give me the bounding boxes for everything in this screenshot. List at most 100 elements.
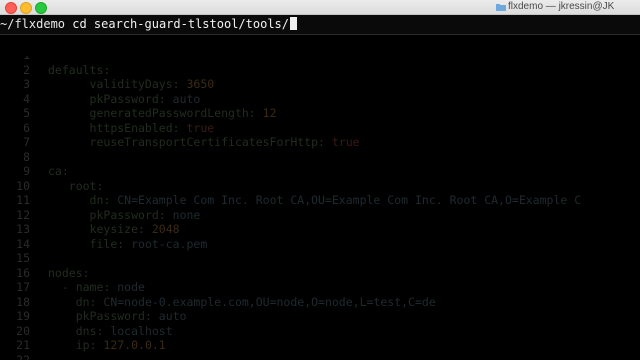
editor-line: 6 httpsEnabled: true	[0, 121, 214, 136]
line-number: 22	[16, 352, 30, 360]
yaml-editor-dimmed: 12defaults:3 validityDays: 36504 pkPassw…	[0, 56, 640, 360]
yaml-key: dn:	[75, 294, 97, 309]
yaml-value: 2048	[144, 222, 180, 236]
line-number: 8	[23, 149, 30, 164]
editor-line: 7 reuseTransportCertificatesForHttp: tru…	[0, 135, 360, 150]
minimize-button[interactable]	[20, 2, 32, 14]
yaml-value: node	[110, 280, 145, 294]
editor-line: 12 pkPassword: none	[0, 208, 200, 223]
yaml-value: CN=Example Com Inc. Root CA,OU=Example C…	[110, 193, 582, 207]
line-number: 11	[16, 193, 30, 207]
yaml-value: 127.0.0.1	[96, 338, 166, 352]
title-bar[interactable]: flxdemo — jkressin@JK	[0, 0, 640, 15]
editor-line: 9 ca:	[0, 164, 69, 179]
line-number: 21	[16, 338, 30, 352]
yaml-value: auto	[165, 91, 201, 106]
close-button[interactable]	[5, 2, 17, 14]
yaml-key: validityDays:	[89, 77, 180, 91]
yaml-key: httpsEnabled:	[89, 120, 180, 135]
line-number: 13	[16, 222, 30, 236]
line-number: 18	[16, 294, 30, 309]
editor-line: 16 nodes:	[0, 265, 90, 281]
yaml-key: ip:	[75, 338, 97, 352]
editor-line: 2 defaults:	[0, 63, 110, 78]
yaml-value: true	[179, 120, 215, 135]
yaml-key: dn:	[89, 193, 111, 207]
editor-line: 5 generatedPasswordLength: 12	[0, 106, 277, 121]
command-prompt[interactable]: ~/flxdemo cd search-guard-tlstool/tools/	[0, 15, 640, 35]
yaml-key: generatedPasswordLength:	[89, 106, 256, 120]
editor-line: 21 ip: 127.0.0.1	[0, 338, 166, 353]
yaml-key: root:	[68, 178, 104, 193]
yaml-value: 3650	[179, 77, 215, 91]
line-number: 4	[23, 91, 30, 106]
editor-line: 20 dns: localhost	[0, 324, 173, 339]
line-number: 15	[16, 251, 30, 265]
editor-line: 10 root:	[0, 179, 103, 194]
line-number: 2	[23, 62, 30, 77]
yaml-value: localhost	[103, 323, 173, 338]
yaml-key: dns:	[75, 323, 104, 338]
editor-line: 13 keysize: 2048	[0, 222, 180, 237]
line-number: 5	[23, 106, 30, 120]
line-number: 14	[16, 236, 30, 251]
yaml-value: 12	[255, 106, 277, 120]
line-number: 6	[23, 120, 30, 135]
line-number: 12	[16, 207, 30, 222]
editor-line: 11 dn: CN=Example Com Inc. Root CA,OU=Ex…	[0, 193, 581, 208]
text-cursor	[290, 17, 297, 30]
editor-line: 18 dn: CN=node-0.example.com,OU=node,O=n…	[0, 295, 436, 310]
yaml-key: name:	[75, 280, 111, 294]
yaml-value: none	[165, 207, 201, 222]
editor-line: 17 - name: node	[0, 280, 145, 295]
line-number: 7	[23, 135, 30, 149]
line-number: 3	[23, 77, 30, 91]
yaml-key: ca:	[48, 164, 69, 178]
yaml-key: pkPassword:	[89, 207, 166, 222]
indent: -	[48, 280, 76, 294]
line-number: 16	[16, 265, 30, 280]
terminal-window: flxdemo — jkressin@JK ~/flxdemo cd searc…	[0, 0, 640, 360]
line-number: 10	[16, 178, 30, 193]
yaml-value: true	[324, 135, 360, 149]
yaml-key: pkPassword:	[75, 309, 152, 323]
folder-icon	[496, 4, 506, 11]
line-number: 19	[16, 309, 30, 323]
line-number: 20	[16, 323, 30, 338]
editor-line: 3 validityDays: 3650	[0, 77, 214, 92]
editor-line: 19 pkPassword: auto	[0, 309, 187, 324]
prompt-path: ~/flxdemo	[0, 17, 66, 31]
editor-line: 4 pkPassword: auto	[0, 92, 200, 107]
yaml-key: file:	[89, 236, 125, 251]
window-title: flxdemo — jkressin@JK	[508, 1, 615, 12]
editor-line: 14 file: root-ca.pem	[0, 237, 207, 252]
editor-line: 15	[0, 251, 48, 266]
line-number: 9	[23, 164, 30, 178]
yaml-key: defaults:	[48, 62, 111, 77]
yaml-value: auto	[151, 309, 187, 323]
yaml-key: pkPassword:	[89, 91, 166, 106]
yaml-value: CN=node-0.example.com,OU=node,O=node,L=t…	[96, 294, 436, 309]
line-number: 17	[16, 280, 30, 294]
maximize-button[interactable]	[35, 2, 47, 14]
editor-line: 8	[0, 150, 48, 165]
yaml-key: keysize:	[89, 222, 145, 236]
prompt-command[interactable]: cd search-guard-tlstool/tools/	[65, 17, 289, 31]
editor-line: 22	[0, 353, 48, 360]
yaml-value: root-ca.pem	[124, 236, 208, 251]
yaml-key: reuseTransportCertificatesForHttp:	[89, 135, 325, 149]
yaml-key: nodes:	[48, 265, 90, 280]
